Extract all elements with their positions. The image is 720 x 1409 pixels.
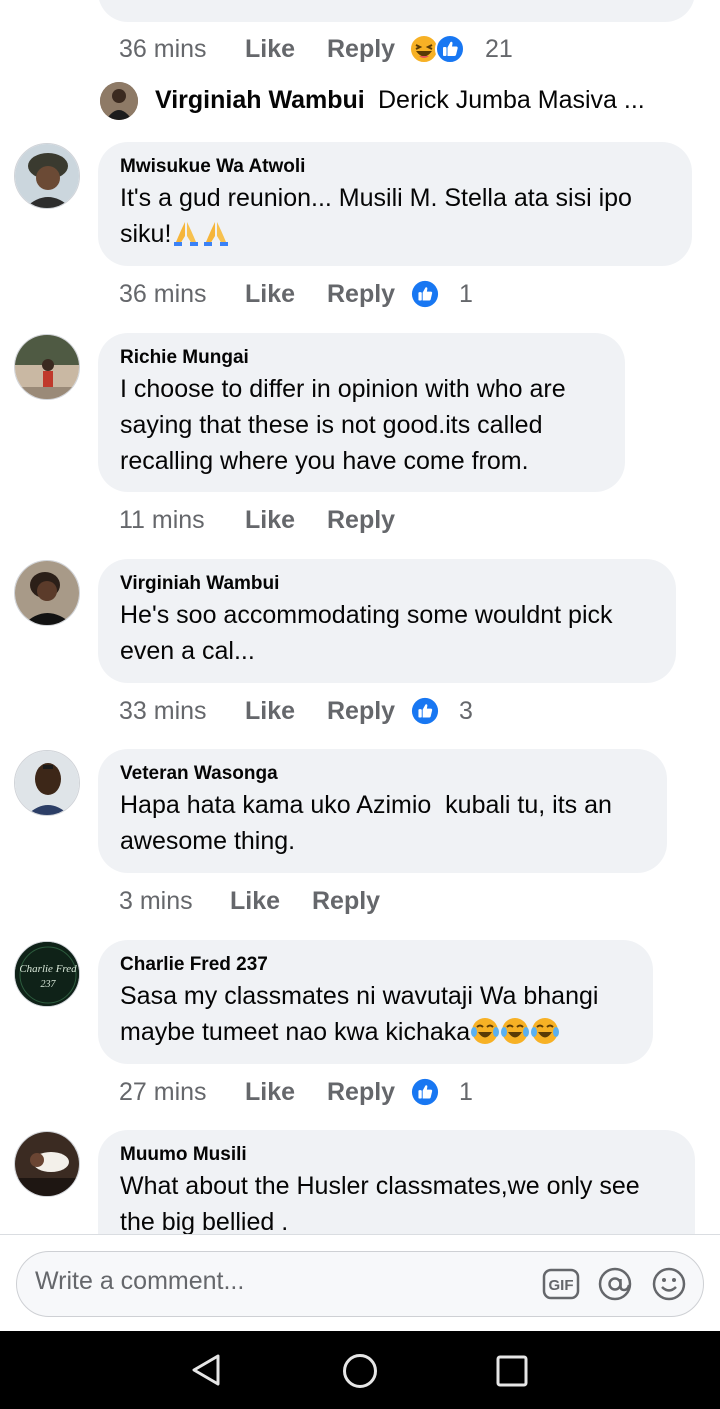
comment-meta: 27 mins Like Reply 1 [119, 1077, 473, 1107]
thumbs-up-icon[interactable] [411, 280, 439, 308]
comment-bubble[interactable]: Virginiah Wambui He's soo accommodating … [98, 559, 676, 683]
gif-button[interactable]: GIF [542, 1268, 580, 1300]
previous-comment-bubble [98, 0, 695, 22]
comment-time: 36 mins [119, 279, 207, 308]
like-button[interactable]: Like [245, 280, 327, 309]
comment-time: 27 mins [119, 1077, 207, 1106]
thumbs-up-icon [435, 34, 465, 64]
comment-author[interactable]: Mwisukue Wa Atwoli [120, 156, 670, 178]
comment-author[interactable]: Veteran Wasonga [120, 763, 645, 785]
avatar-text: 237 [41, 979, 57, 990]
comment-meta: 36 mins Like Reply 21 [119, 34, 513, 64]
like-button[interactable]: Like [245, 506, 327, 535]
comment-time: 11 mins [119, 505, 205, 534]
comment-bubble[interactable]: Muumo Musili What about the Husler class… [98, 1130, 695, 1234]
recents-icon[interactable] [496, 1355, 528, 1387]
comment-meta: 11 mins Like Reply [119, 505, 411, 535]
avatar[interactable] [14, 750, 80, 816]
avatar[interactable] [14, 560, 80, 626]
comment-text: Hapa hata kama uko Azimio kubali tu, its… [120, 791, 619, 855]
back-icon[interactable] [190, 1353, 224, 1387]
reply-button[interactable]: Reply [327, 280, 411, 309]
comment-text: He's soo accommodating some wouldnt pick… [120, 601, 620, 665]
comment-bubble[interactable]: Richie Mungai I choose to differ in opin… [98, 333, 625, 492]
reply-button[interactable]: Reply [312, 887, 396, 916]
avatar[interactable] [14, 1131, 80, 1197]
comment-meta: 33 mins Like Reply 3 [119, 696, 473, 726]
home-icon[interactable] [342, 1353, 378, 1389]
comment-bubble[interactable]: Mwisukue Wa Atwoli It's a gud reunion...… [98, 142, 692, 266]
like-button[interactable]: Like [245, 1078, 327, 1107]
comment-author[interactable]: Charlie Fred 237 [120, 954, 631, 976]
comment-time: 33 mins [119, 696, 207, 725]
comment-meta: 36 mins Like Reply 1 [119, 279, 473, 309]
reply-button[interactable]: Reply [327, 1078, 411, 1107]
smiley-icon[interactable] [651, 1266, 687, 1302]
comment-meta: 3 mins Like Reply [119, 886, 396, 916]
comment-bubble[interactable]: Veteran Wasonga Hapa hata kama uko Azimi… [98, 749, 667, 873]
reply-preview-text: Derick Jumba Masiva ... [378, 86, 645, 114]
comment-author[interactable]: Richie Mungai [120, 347, 603, 369]
avatar [100, 82, 138, 120]
reply-preview[interactable]: Virginiah Wambui Derick Jumba Masiva ... [100, 82, 700, 122]
system-navigation-bar [0, 1331, 720, 1409]
comment-author[interactable]: Virginiah Wambui [120, 573, 654, 595]
reaction-count: 1 [459, 1077, 473, 1106]
avatar[interactable] [14, 143, 80, 209]
comment-text: Sasa my classmates ni wavutaji Wa bhangi… [120, 978, 631, 1050]
folded-hands-emoji-icon [174, 222, 199, 246]
like-button[interactable]: Like [230, 887, 312, 916]
comment-time: 3 mins [119, 886, 193, 915]
reaction-count: 3 [459, 696, 473, 725]
tears-of-joy-emoji-icon [471, 1018, 500, 1044]
reaction-count: 1 [459, 279, 473, 308]
reaction-icons[interactable] [409, 34, 467, 64]
like-button[interactable]: Like [245, 35, 327, 64]
comment-text: It's a gud reunion... Musili M. Stella a… [120, 180, 670, 252]
comment-author[interactable]: Muumo Musili [120, 1144, 673, 1166]
thumbs-up-icon[interactable] [411, 1078, 439, 1106]
reply-button[interactable]: Reply [327, 35, 409, 64]
reply-button[interactable]: Reply [327, 506, 411, 535]
tears-of-joy-emoji-icon [501, 1018, 530, 1044]
comment-input-placeholder: Write a comment... [35, 1267, 245, 1295]
reply-button[interactable]: Reply [327, 697, 411, 726]
comment-text: What about the Husler classmates,we only… [120, 1172, 647, 1234]
comment-input[interactable]: Write a comment... GIF [16, 1251, 704, 1317]
comment-text: I choose to differ in opinion with who a… [120, 375, 573, 475]
gif-label: GIF [549, 1277, 574, 1294]
thumbs-up-icon[interactable] [411, 697, 439, 725]
avatar[interactable] [14, 334, 80, 400]
comment-composer-bar: Write a comment... GIF [0, 1234, 720, 1331]
at-icon[interactable] [597, 1266, 633, 1302]
avatar-text: Charlie Fred [19, 963, 77, 975]
comment-bubble[interactable]: Charlie Fred 237 Sasa my classmates ni w… [98, 940, 653, 1064]
folded-hands-emoji-icon [204, 222, 229, 246]
reaction-count: 21 [485, 34, 513, 63]
comments-feed[interactable]: 36 mins Like Reply 21 Virginiah Wambui D… [0, 0, 720, 1234]
reply-preview-author[interactable]: Virginiah Wambui [155, 86, 365, 115]
avatar[interactable]: Charlie Fred 237 [14, 941, 80, 1007]
tears-of-joy-emoji-icon [531, 1018, 560, 1044]
like-button[interactable]: Like [245, 697, 327, 726]
comment-time: 36 mins [119, 34, 207, 63]
